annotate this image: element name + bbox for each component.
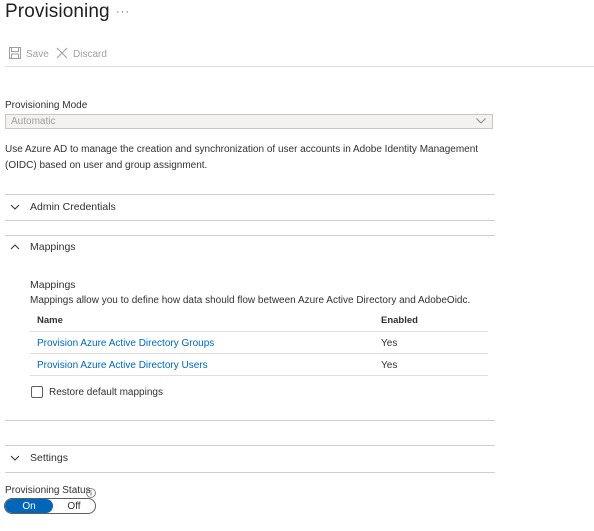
mapping-enabled-groups: Yes: [381, 338, 398, 349]
mappings-label: Mappings: [30, 241, 76, 253]
save-button[interactable]: Save: [9, 46, 49, 62]
column-header-name: Name: [37, 315, 63, 326]
section-divider: [5, 235, 495, 236]
provisioning-status-toggle[interactable]: On Off: [4, 498, 96, 514]
restore-default-mappings-label[interactable]: Restore default mappings: [49, 387, 163, 398]
more-options-icon[interactable]: ···: [116, 6, 130, 18]
chevron-down-icon: [10, 455, 20, 461]
mappings-description: Mappings allow you to define how data sh…: [30, 295, 471, 306]
toggle-on-option[interactable]: On: [5, 499, 53, 513]
table-header-divider: [30, 331, 488, 332]
section-divider: [5, 445, 495, 446]
save-icon: [9, 46, 26, 62]
mapping-link-users[interactable]: Provision Azure Active Directory Users: [37, 360, 208, 371]
settings-label: Settings: [30, 452, 68, 464]
admin-credentials-label: Admin Credentials: [30, 201, 116, 213]
mapping-link-groups[interactable]: Provision Azure Active Directory Groups: [37, 338, 214, 349]
table-row-divider: [30, 353, 488, 354]
provisioning-mode-description: Use Azure AD to manage the creation and …: [5, 144, 479, 171]
close-icon: [56, 47, 73, 62]
chevron-down-icon: [476, 116, 486, 127]
toggle-off-option[interactable]: Off: [53, 499, 95, 513]
section-divider: [5, 472, 495, 473]
section-divider: [5, 194, 495, 195]
mappings-subheading: Mappings: [30, 279, 76, 291]
mapping-enabled-users: Yes: [381, 360, 398, 371]
chevron-down-icon: [10, 204, 20, 210]
page-title: Provisioning: [5, 1, 110, 22]
section-divider: [5, 220, 495, 221]
settings-header[interactable]: Settings: [10, 448, 68, 468]
provisioning-mode-value: Automatic: [11, 116, 56, 127]
provisioning-mode-select[interactable]: Automatic: [5, 114, 493, 129]
table-row-divider: [30, 375, 488, 376]
mappings-header[interactable]: Mappings: [10, 237, 76, 257]
column-header-enabled: Enabled: [381, 315, 418, 326]
restore-default-mappings-checkbox[interactable]: [31, 386, 43, 398]
discard-label: Discard: [73, 48, 107, 60]
toolbar-divider: [5, 66, 594, 67]
section-divider: [5, 420, 495, 421]
discard-button[interactable]: Discard: [56, 46, 107, 62]
admin-credentials-header[interactable]: Admin Credentials: [10, 197, 116, 217]
chevron-up-icon: [10, 244, 20, 250]
provisioning-mode-label: Provisioning Mode: [5, 100, 88, 111]
save-label: Save: [26, 48, 49, 60]
provisioning-status-label: Provisioning Status: [5, 485, 91, 496]
